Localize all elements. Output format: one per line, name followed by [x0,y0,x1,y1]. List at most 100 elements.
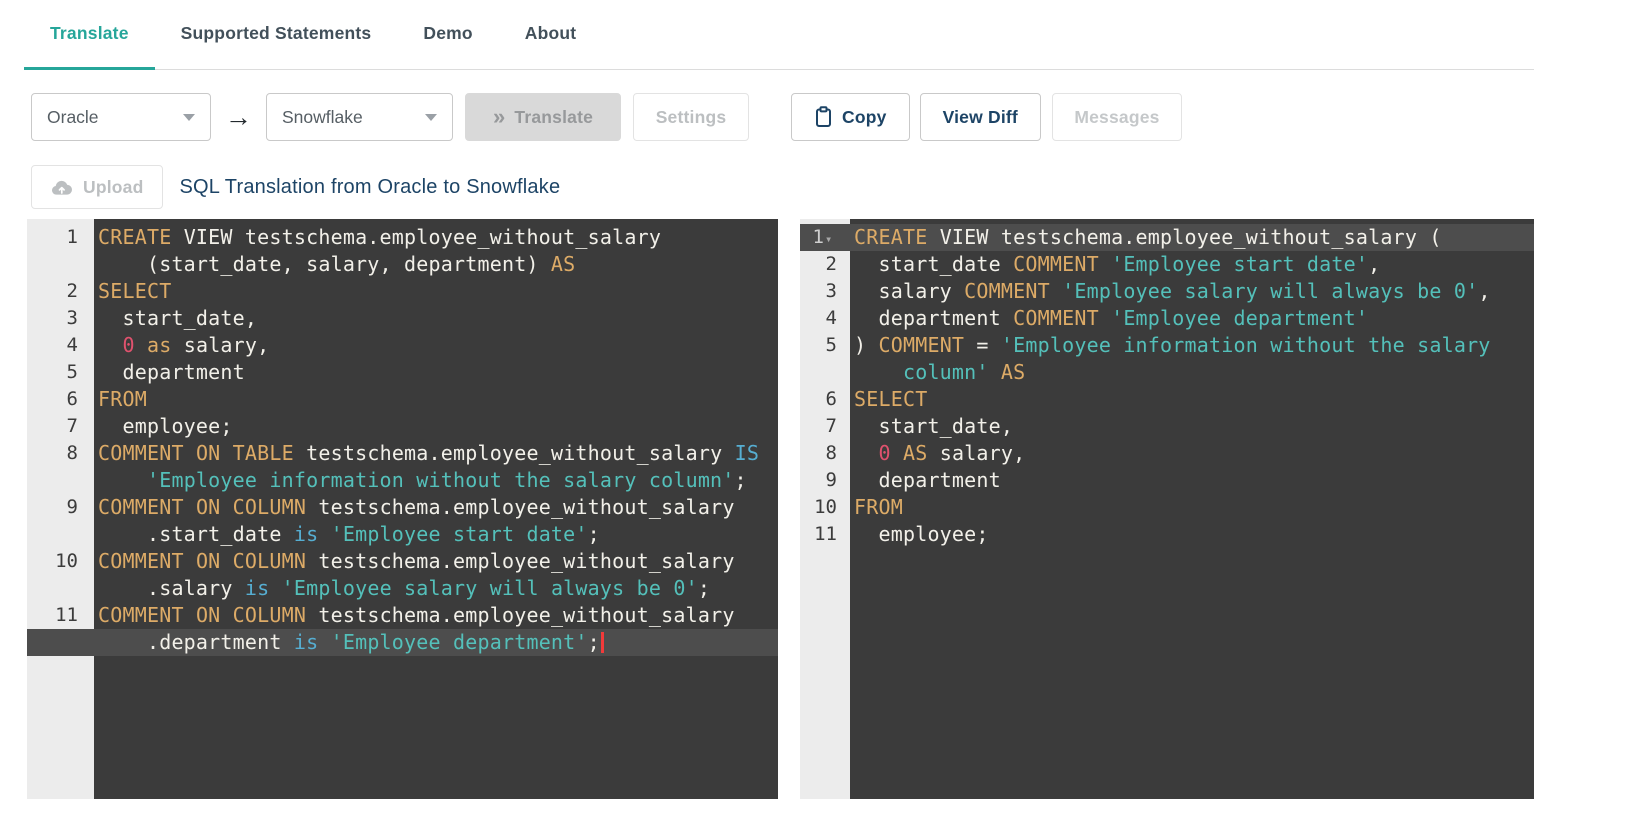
messages-button[interactable]: Messages [1051,93,1182,141]
code-text: SELECT [850,386,927,413]
code-token: IS [734,441,760,465]
tab-translate[interactable]: Translate [24,0,155,70]
line-number: 9 [825,469,837,491]
target-editor[interactable]: 1▾ CREATE VIEW testschema.employee_withou… [800,219,1534,799]
code-line[interactable]: 4 department COMMENT 'Employee departmen… [800,305,1534,332]
code-line[interactable]: 7 employee; [27,413,778,440]
code-line[interactable]: 1▾ CREATE VIEW testschema.employee_withou… [800,224,1534,251]
code-text: COMMENT ON COLUMN testschema.employee_wi… [94,548,735,575]
code-line[interactable]: .start_date is 'Employee start date'; [27,521,778,548]
tab-demo[interactable]: Demo [397,0,498,70]
chevron-down-icon [183,113,195,121]
code-line[interactable]: 7 start_date, [800,413,1534,440]
line-number: 1 [66,226,78,248]
line-number: 7 [66,415,78,437]
code-token: ; [697,576,711,600]
code-line[interactable]: 5) COMMENT = 'Employee information witho… [800,332,1534,359]
source-dialect-value: Oracle [47,106,99,127]
code-token: 'Employee department' [1111,306,1369,330]
line-number: 6 [66,388,78,410]
code-line[interactable]: 6 FROM [27,386,778,413]
code-line[interactable]: 4 0 as salary, [27,332,778,359]
translate-button[interactable]: » Translate [465,93,621,141]
code-token: employee; [98,414,233,438]
fold-arrow-icon[interactable]: ▾ [825,226,837,253]
code-token: SELECT [854,387,928,411]
tab-about[interactable]: About [499,0,603,70]
code-line[interactable]: 'Employee information without the salary… [27,467,778,494]
line-number: 6 [825,388,837,410]
source-code-rows: 1 CREATE VIEW testschema.employee_without… [27,219,778,656]
code-line[interactable]: 9 department [800,467,1534,494]
code-line[interactable]: 9 COMMENT ON COLUMN testschema.employee_w… [27,494,778,521]
cloud-upload-icon [50,179,74,196]
code-token: start_date, [98,306,258,330]
source-editor[interactable]: 1 CREATE VIEW testschema.employee_without… [27,219,778,799]
code-line[interactable]: (start_date, salary, department) AS [27,251,778,278]
toolbar: Oracle → Snowflake » Translate Settings … [31,93,1636,141]
line-number: 10 [55,550,78,572]
code-token: department [854,468,1001,492]
code-line[interactable]: 3 start_date, [27,305,778,332]
code-text: FROM [94,386,147,413]
code-line[interactable]: 11 employee; [800,521,1534,548]
code-line[interactable]: 8 COMMENT ON TABLE testschema.employee_wi… [27,440,778,467]
code-token: 0 [122,333,135,357]
code-token: ; [734,468,747,492]
source-dialect-select[interactable]: Oracle [31,93,211,141]
tab-supported-statements[interactable]: Supported Statements [155,0,398,70]
code-line[interactable]: column' AS [800,359,1534,386]
code-token: salary, [927,441,1026,465]
line-number: 3 [66,307,78,329]
code-text: FROM [850,494,903,521]
code-line[interactable]: 10 FROM [800,494,1534,521]
line-number [27,251,94,278]
line-number: 11 [55,604,78,626]
code-line[interactable]: .salary is 'Employee salary will always … [27,575,778,602]
code-line[interactable]: 2 start_date COMMENT 'Employee start dat… [800,251,1534,278]
code-line[interactable]: 8 0 AS salary, [800,440,1534,467]
clipboard-icon [814,106,833,128]
copy-button[interactable]: Copy [791,93,910,141]
code-line[interactable]: 5 department [27,359,778,386]
code-line[interactable]: 2 SELECT [27,278,778,305]
target-dialect-select[interactable]: Snowflake [266,93,453,141]
code-line[interactable]: 3 salary COMMENT 'Employee salary will a… [800,278,1534,305]
code-token: is [293,522,319,546]
code-token: , [1478,279,1491,303]
line-number: 8 [825,442,837,464]
code-token: ON [195,495,221,519]
code-token: 'Employee information without the salary… [146,468,735,492]
code-token: COLUMN [232,549,307,573]
code-text: COMMENT ON COLUMN testschema.employee_wi… [94,494,735,521]
code-token: testschema.employee_without_salary [306,549,735,573]
code-token: CREATE [854,225,928,249]
code-token: is [293,630,319,654]
code-token: department [854,306,1014,330]
code-token: 'Employee information without the salary [1000,333,1491,357]
code-line[interactable]: 10 COMMENT ON COLUMN testschema.employee_… [27,548,778,575]
code-line[interactable]: 1 CREATE VIEW testschema.employee_without… [27,224,778,251]
code-token: employee; [854,522,989,546]
code-line[interactable]: .department is 'Employee department'; [27,629,778,656]
upload-button[interactable]: Upload [31,165,163,209]
line-number: 9 [66,496,78,518]
code-line[interactable]: 11 COMMENT ON COLUMN testschema.employee_… [27,602,778,629]
settings-button[interactable]: Settings [633,93,749,141]
view-diff-button[interactable]: View Diff [919,93,1041,141]
code-line[interactable]: 6 SELECT [800,386,1534,413]
double-chevron-icon: » [492,104,506,129]
line-number [27,629,94,656]
code-token: as [146,333,172,357]
line-number: 4 [66,334,78,356]
